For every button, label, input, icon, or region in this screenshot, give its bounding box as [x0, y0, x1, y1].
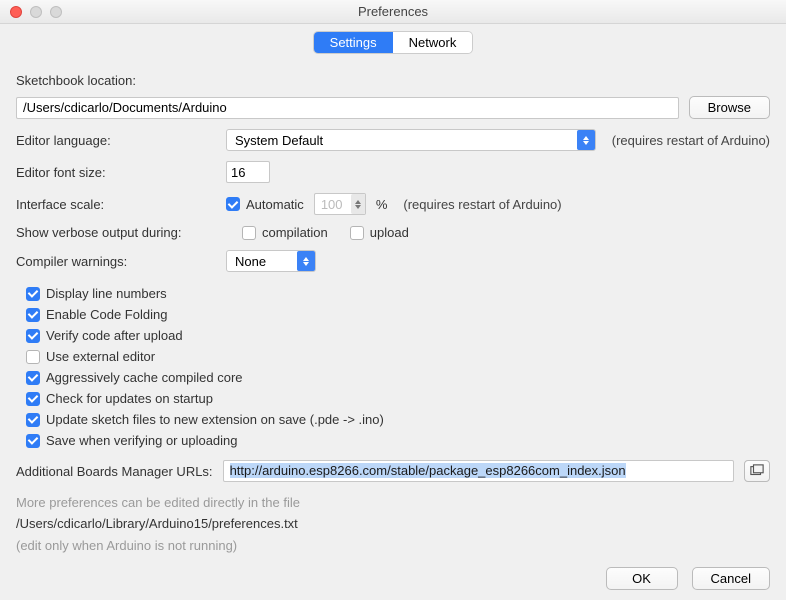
- checkbox-icon: [26, 287, 40, 301]
- browse-button[interactable]: Browse: [689, 96, 770, 119]
- aggressively-cache-checkbox[interactable]: Aggressively cache compiled core: [26, 370, 770, 385]
- window-close-button[interactable]: [10, 6, 22, 18]
- interface-scale-automatic-checkbox[interactable]: Automatic: [226, 197, 304, 212]
- checkbox-icon: [26, 350, 40, 364]
- checkbox-icon: [26, 371, 40, 385]
- window-title: Preferences: [358, 4, 428, 19]
- interface-scale-label: Interface scale:: [16, 197, 216, 212]
- checkbox-icon: [26, 434, 40, 448]
- verify-code-after-upload-checkbox[interactable]: Verify code after upload: [26, 328, 770, 343]
- tab-network[interactable]: Network: [393, 32, 473, 53]
- display-line-numbers-checkbox[interactable]: Display line numbers: [26, 286, 770, 301]
- titlebar: Preferences: [0, 0, 786, 24]
- save-when-verifying-checkbox[interactable]: Save when verifying or uploading: [26, 433, 770, 448]
- sketchbook-location-label: Sketchbook location:: [16, 73, 136, 88]
- update-sketch-extension-checkbox[interactable]: Update sketch files to new extension on …: [26, 412, 770, 427]
- enable-code-folding-checkbox[interactable]: Enable Code Folding: [26, 307, 770, 322]
- compiler-warnings-label: Compiler warnings:: [16, 254, 216, 269]
- checkbox-icon: [242, 226, 256, 240]
- additional-boards-edit-button[interactable]: [744, 460, 770, 482]
- interface-scale-automatic-label: Automatic: [246, 197, 304, 212]
- cancel-button[interactable]: Cancel: [692, 567, 770, 590]
- use-external-editor-checkbox[interactable]: Use external editor: [26, 349, 770, 364]
- additional-boards-url-input[interactable]: http://arduino.esp8266.com/stable/packag…: [223, 460, 734, 482]
- checkbox-icon: [26, 329, 40, 343]
- editor-language-hint: (requires restart of Arduino): [612, 133, 770, 148]
- verbose-output-label: Show verbose output during:: [16, 225, 232, 240]
- interface-scale-hint: (requires restart of Arduino): [403, 197, 561, 212]
- editor-language-label: Editor language:: [16, 133, 216, 148]
- checkbox-icon: [226, 197, 240, 211]
- window-minimize-button[interactable]: [30, 6, 42, 18]
- interface-scale-stepper[interactable]: [314, 193, 366, 215]
- editor-font-size-label: Editor font size:: [16, 165, 216, 180]
- checkbox-icon: [26, 308, 40, 322]
- verbose-compilation-checkbox[interactable]: compilation: [242, 225, 328, 240]
- checkbox-icon: [350, 226, 364, 240]
- checkbox-icon: [26, 413, 40, 427]
- editor-language-select[interactable]: System Default: [226, 129, 596, 151]
- verbose-compilation-label: compilation: [262, 225, 328, 240]
- more-preferences-hint: More preferences can be edited directly …: [16, 492, 770, 513]
- additional-boards-label: Additional Boards Manager URLs:: [16, 464, 213, 479]
- window-zoom-button[interactable]: [50, 6, 62, 18]
- edit-only-when-not-running-hint: (edit only when Arduino is not running): [16, 535, 770, 556]
- verbose-upload-checkbox[interactable]: upload: [350, 225, 409, 240]
- check-updates-checkbox[interactable]: Check for updates on startup: [26, 391, 770, 406]
- verbose-upload-label: upload: [370, 225, 409, 240]
- compiler-warnings-select[interactable]: None: [226, 250, 316, 272]
- tab-settings[interactable]: Settings: [314, 32, 393, 53]
- editor-font-size-input[interactable]: [226, 161, 270, 183]
- ok-button[interactable]: OK: [606, 567, 678, 590]
- preferences-file-path: /Users/cdicarlo/Library/Arduino15/prefer…: [16, 513, 770, 534]
- sketchbook-location-input[interactable]: [16, 97, 679, 119]
- percent-label: %: [376, 197, 388, 212]
- checkbox-icon: [26, 392, 40, 406]
- tab-bar: Settings Network: [0, 24, 786, 57]
- window-list-icon: [750, 464, 764, 478]
